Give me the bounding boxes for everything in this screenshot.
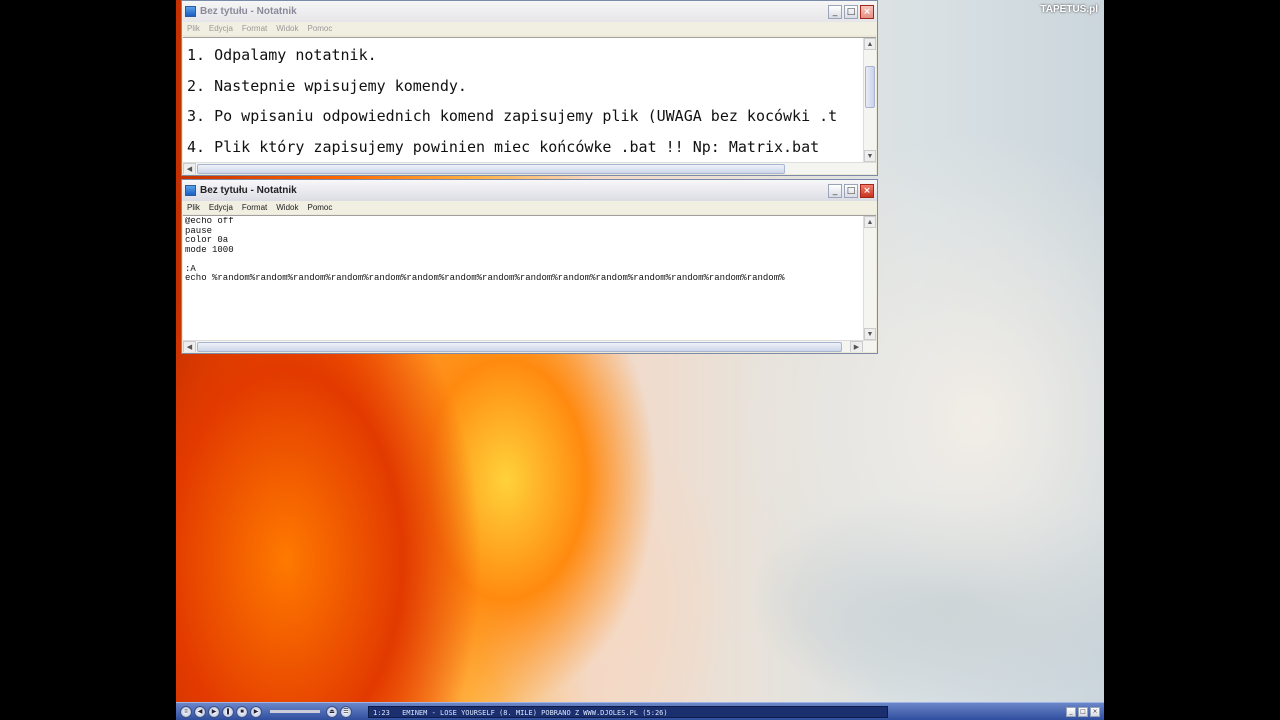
- play-icon[interactable]: ▶: [208, 705, 220, 718]
- vertical-scrollbar[interactable]: ▲ ▼: [863, 216, 876, 340]
- text-area[interactable]: 1. Odpalamy notatnik. 2. Nastepnie wpisu…: [183, 37, 876, 174]
- menu-bar: Plik Edycja Format Widok Pomoc: [182, 201, 877, 214]
- text-content[interactable]: @echo off pause color 0a mode 1000 :A ec…: [185, 217, 862, 284]
- playback-time: 1:23: [373, 708, 390, 717]
- eject-icon[interactable]: ⏏: [326, 705, 338, 718]
- menu-help[interactable]: Pomoc: [307, 203, 332, 212]
- minimize-button[interactable]: _: [1066, 706, 1076, 717]
- scroll-left-arrow-icon[interactable]: ◀: [183, 341, 196, 352]
- close-button[interactable]: ×: [1090, 706, 1100, 717]
- desktop: TAPETUS.pl Bez tytułu - Notatnik _ □ × P…: [176, 0, 1104, 720]
- menu-bar: Plik Edycja Format Widok Pomoc: [182, 22, 877, 35]
- volume-slider[interactable]: [270, 710, 320, 713]
- window-controls: _ □ ×: [1064, 706, 1100, 717]
- playlist-icon[interactable]: ☰: [340, 705, 352, 718]
- close-button[interactable]: ×: [860, 183, 874, 198]
- notepad-icon: [185, 185, 196, 196]
- track-title: EMINEM - LOSE YOURSELF (8. MILE) POBRANO…: [402, 708, 668, 717]
- title-bar[interactable]: Bez tytułu - Notatnik _ □ ×: [182, 1, 877, 22]
- notepad-window-instructions[interactable]: Bez tytułu - Notatnik _ □ × Plik Edycja …: [181, 0, 878, 176]
- horizontal-scrollbar[interactable]: ◀ ▶: [183, 340, 876, 352]
- horizontal-scrollbar[interactable]: ◀: [183, 162, 876, 174]
- maximize-button[interactable]: □: [844, 183, 858, 198]
- notepad-window-code[interactable]: Bez tytułu - Notatnik _ □ × Plik Edycja …: [181, 179, 878, 354]
- pause-icon[interactable]: ❚: [222, 705, 234, 718]
- menu-format[interactable]: Format: [242, 203, 267, 212]
- menu-edit[interactable]: Edycja: [209, 24, 233, 33]
- scroll-up-arrow-icon[interactable]: ▲: [864, 38, 876, 50]
- menu-edit[interactable]: Edycja: [209, 203, 233, 212]
- text-area[interactable]: @echo off pause color 0a mode 1000 :A ec…: [183, 215, 876, 352]
- code-line: color 0a: [185, 235, 229, 245]
- text-line: 3. Po wpisaniu odpowiednich komend zapis…: [187, 107, 838, 125]
- text-line: 1. Odpalamy notatnik.: [187, 46, 377, 64]
- watermark: TAPETUS.pl: [1040, 4, 1098, 15]
- scroll-down-arrow-icon[interactable]: ▼: [864, 328, 876, 340]
- vertical-scrollbar[interactable]: ▲ ▼: [863, 38, 876, 162]
- code-line: mode 1000: [185, 244, 234, 255]
- text-line: 2. Nastepnie wpisujemy komendy.: [187, 76, 467, 95]
- notepad-icon: [185, 6, 196, 17]
- code-line: echo %random%random%random%random%random…: [185, 273, 785, 283]
- scroll-thumb[interactable]: [197, 164, 785, 174]
- scroll-down-arrow-icon[interactable]: ▼: [864, 150, 876, 162]
- scroll-right-arrow-icon[interactable]: ▶: [850, 341, 863, 352]
- restore-button[interactable]: □: [1078, 706, 1088, 717]
- media-player-bar: ≡ ◀ ▶ ❚ ■ ▶ ⏏ ☰ 1:23 EMINEM - LOSE YOURS…: [176, 702, 1104, 720]
- scroll-left-arrow-icon[interactable]: ◀: [183, 163, 196, 174]
- scroll-thumb[interactable]: [865, 66, 875, 108]
- scroll-up-arrow-icon[interactable]: ▲: [864, 216, 876, 228]
- window-title: Bez tytułu - Notatnik: [200, 185, 297, 196]
- menu-format[interactable]: Format: [242, 24, 267, 33]
- menu-view[interactable]: Widok: [276, 203, 298, 212]
- code-line: pause: [185, 225, 213, 236]
- title-bar[interactable]: Bez tytułu - Notatnik _ □ ×: [182, 180, 877, 201]
- previous-icon[interactable]: ◀: [194, 705, 206, 718]
- maximize-button[interactable]: □: [844, 4, 858, 19]
- code-line: @echo off: [185, 217, 234, 226]
- close-button[interactable]: ×: [860, 4, 874, 19]
- menu-view[interactable]: Widok: [276, 24, 298, 33]
- text-line: 4. Plik który zapisujemy powinien miec k…: [187, 137, 820, 156]
- stop-icon[interactable]: ■: [236, 705, 248, 718]
- window-title: Bez tytułu - Notatnik: [200, 6, 297, 17]
- menu-help[interactable]: Pomoc: [307, 24, 332, 33]
- minimize-button[interactable]: _: [828, 183, 842, 198]
- menu-file[interactable]: Plik: [187, 203, 200, 212]
- now-playing-display: 1:23 EMINEM - LOSE YOURSELF (8. MILE) PO…: [368, 705, 888, 718]
- minimize-button[interactable]: _: [828, 4, 842, 19]
- scroll-thumb[interactable]: [197, 342, 842, 352]
- menu-file[interactable]: Plik: [187, 24, 200, 33]
- menu-icon[interactable]: ≡: [180, 705, 192, 718]
- next-icon[interactable]: ▶: [250, 705, 262, 718]
- text-content[interactable]: 1. Odpalamy notatnik. 2. Nastepnie wpisu…: [187, 40, 860, 162]
